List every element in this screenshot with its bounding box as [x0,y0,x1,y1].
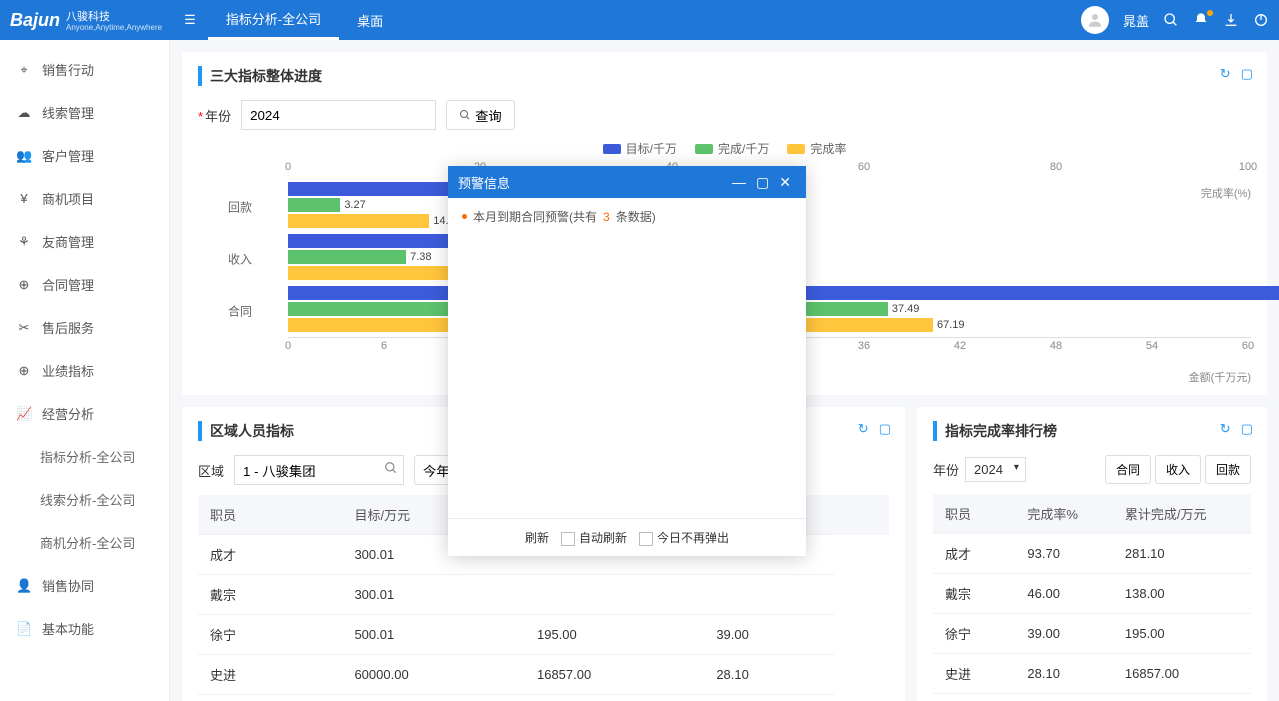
region-input[interactable] [234,455,404,485]
modal-title: 预警信息 [458,173,727,192]
table-row[interactable]: 史进60000.0016857.0028.10 [198,655,889,695]
avatar[interactable] [1081,6,1109,34]
tab-desktop[interactable]: 桌面 [339,0,401,40]
sidebar-item[interactable]: ⚘友商管理 [0,220,169,263]
legend-item[interactable]: 目标/千万 [603,140,677,157]
maximize-icon[interactable]: ▢ [751,174,774,191]
close-icon[interactable]: ✕ [774,174,796,191]
sidebar-item[interactable]: ☁线索管理 [0,91,169,134]
bottom-axis-label: 金额(千万元) [1189,369,1251,385]
sidebar-icon: ✂ [16,320,32,336]
no-popup-checkbox[interactable]: 今日不再弹出 [639,529,729,546]
sidebar-subitem[interactable]: 线索分析-全公司 [0,478,169,521]
top-tabs: 指标分析-全公司 桌面 [208,0,401,40]
alert-line[interactable]: 本月到期合同预警(共有 3 条数据) [462,208,792,225]
table-row[interactable]: 萧让90000.0114000.0015.56 [198,695,889,701]
sidebar-item[interactable]: 👥客户管理 [0,134,169,177]
sidebar-icon: ¥ [16,191,32,206]
sidebar-icon: 📄 [16,621,32,637]
sidebar-subitem[interactable]: 指标分析-全公司 [0,435,169,478]
logo: Bajun 八骏科技 Anyone,Anytime,Anywhere [10,8,172,32]
sidebar-item[interactable]: ✂售后服务 [0,306,169,349]
year-select[interactable]: 2024 [965,457,1026,482]
table-row[interactable]: 戴宗46.00138.00 [933,574,1251,614]
sidebar-item[interactable]: ¥商机项目 [0,177,169,220]
sidebar-icon: ⊕ [16,277,32,293]
bell-icon[interactable] [1193,12,1209,28]
power-icon[interactable] [1253,12,1269,28]
sidebar-subitem[interactable]: 商机分析-全公司 [0,521,169,564]
refresh-icon[interactable]: ↻ [1220,421,1231,437]
header: Bajun 八骏科技 Anyone,Anytime,Anywhere ☰ 指标分… [0,0,1279,40]
bullet-icon [462,214,467,219]
metric-btn[interactable]: 回款 [1205,455,1251,484]
year-label: 年份 [198,106,231,125]
sidebar-item[interactable]: 📄基本功能 [0,607,169,650]
sidebar-item[interactable]: 👤销售协同 [0,564,169,607]
panel-ranking: 指标完成率排行榜 ↻ ▢ 年份 2024 合同收入回款 职员完成率%累计完成/万… [917,407,1267,701]
refresh-icon[interactable]: ↻ [858,421,869,437]
search-icon[interactable] [384,461,398,475]
download-icon[interactable] [1223,12,1239,28]
ranking-table: 职员完成率%累计完成/万元 成才93.70281.10戴宗46.00138.00… [933,494,1251,701]
table-row[interactable]: 萧让15.5614000.00 [933,694,1251,701]
table-row[interactable]: 徐宁500.01195.0039.00 [198,615,889,655]
bar-rate: 14.72 [288,214,429,228]
expand-icon[interactable]: ▢ [1241,421,1253,437]
expand-icon[interactable]: ▢ [879,421,891,437]
region-label: 区域 [198,461,224,480]
menu-toggle-icon[interactable]: ☰ [184,12,196,28]
sidebar-icon: ⚘ [16,234,32,250]
alert-modal: 预警信息 — ▢ ✕ 本月到期合同预警(共有 3 条数据) 刷新 自动刷新 今日… [448,166,806,556]
panel-title: 指标完成率排行榜 [933,421,1251,441]
user-name[interactable]: 晁盖 [1123,11,1149,30]
auto-refresh-checkbox[interactable]: 自动刷新 [561,529,627,546]
year-input[interactable] [241,100,436,130]
table-row[interactable]: 史进28.1016857.00 [933,654,1251,694]
metric-btn[interactable]: 收入 [1155,455,1201,484]
table-row[interactable]: 成才93.70281.10 [933,534,1251,574]
tab-indicator-analysis[interactable]: 指标分析-全公司 [208,0,339,40]
sidebar-icon: 📈 [16,406,32,422]
sidebar-icon: ⊕ [16,363,32,379]
sidebar-item[interactable]: ⌖销售行动 [0,48,169,91]
notification-dot [1207,10,1213,16]
legend-item[interactable]: 完成率 [787,140,846,157]
minimize-icon[interactable]: — [727,174,751,190]
query-button[interactable]: 查询 [446,100,515,130]
refresh-link[interactable]: 刷新 [525,529,549,546]
table-row[interactable]: 戴宗300.01 [198,575,889,615]
refresh-icon[interactable]: ↻ [1220,66,1231,82]
table-row[interactable]: 徐宁39.00195.00 [933,614,1251,654]
sidebar-item[interactable]: ⊕业绩指标 [0,349,169,392]
bar-done: 3.27 [288,198,340,212]
sidebar-item[interactable]: ⊕合同管理 [0,263,169,306]
sidebar-icon: 👤 [16,578,32,594]
sidebar-icon: ☁ [16,105,32,121]
sidebar-icon: 👥 [16,148,32,164]
metric-btn[interactable]: 合同 [1105,455,1151,484]
sidebar: ⌖销售行动☁线索管理👥客户管理¥商机项目⚘友商管理⊕合同管理✂售后服务⊕业绩指标… [0,40,170,701]
search-icon[interactable] [1163,12,1179,28]
modal-header[interactable]: 预警信息 — ▢ ✕ [448,166,806,198]
year-label: 年份 [933,460,959,479]
chart-legend: 目标/千万 完成/千万 完成率 [198,140,1251,157]
expand-icon[interactable]: ▢ [1241,66,1253,82]
header-right: 晁盖 [1081,6,1269,34]
brand-cn: 八骏科技 Anyone,Anytime,Anywhere [66,8,162,32]
sidebar-item[interactable]: 📈经营分析 [0,392,169,435]
query-row: 年份 查询 [198,100,1251,130]
legend-item[interactable]: 完成/千万 [695,140,769,157]
panel-title: 三大指标整体进度 [198,66,1251,86]
sidebar-icon: ⌖ [16,62,32,78]
brand-main: Bajun [10,10,60,31]
bar-done: 7.38 [288,250,406,264]
